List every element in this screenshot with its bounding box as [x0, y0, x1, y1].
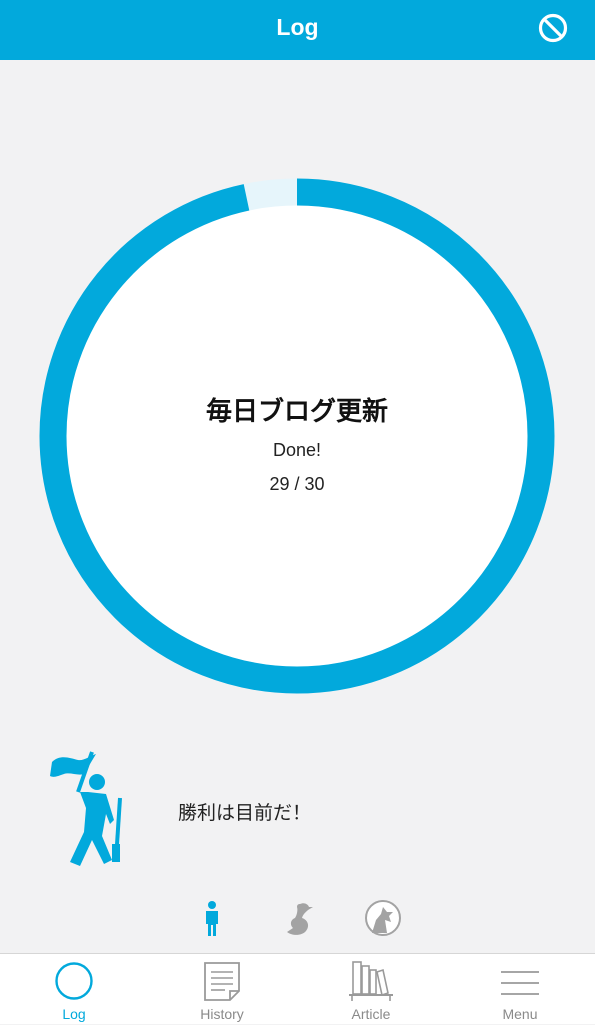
person-icon	[206, 901, 218, 936]
page-title: Log	[276, 14, 319, 40]
tab-log-label: Log	[62, 1006, 86, 1022]
goal-count: 29 / 30	[269, 474, 325, 494]
tab-menu-label: Menu	[502, 1006, 538, 1022]
progress-ring: 毎日ブログ更新 Done! 29 / 30	[39, 178, 555, 694]
character-bird-button[interactable]	[278, 898, 318, 938]
block-button[interactable]	[535, 10, 571, 46]
circle-icon	[55, 962, 93, 1000]
tab-menu[interactable]: Menu	[446, 954, 594, 1025]
character-wolf-button[interactable]	[363, 898, 403, 938]
bird-icon	[287, 903, 313, 935]
tab-bar: Log History Article Menu	[0, 953, 595, 1024]
goal-status: Done!	[272, 440, 322, 460]
tab-history-label: History	[200, 1006, 244, 1022]
header-bar: Log	[0, 0, 595, 60]
tab-article-label: Article	[351, 1006, 391, 1022]
tab-article[interactable]: Article	[297, 954, 445, 1025]
flag-bearer-icon	[40, 748, 140, 872]
block-icon	[538, 13, 568, 43]
menu-icon	[501, 971, 539, 995]
tab-log[interactable]: Log	[0, 954, 148, 1025]
document-icon	[204, 962, 240, 1001]
character-person-button[interactable]	[192, 898, 232, 938]
bookshelf-icon	[349, 961, 393, 1001]
tab-history[interactable]: History	[148, 954, 296, 1025]
mascot-message: 勝利は目前だ！	[178, 802, 312, 824]
wolf-icon	[365, 900, 401, 936]
goal-title: 毎日ブログ更新	[205, 397, 388, 427]
